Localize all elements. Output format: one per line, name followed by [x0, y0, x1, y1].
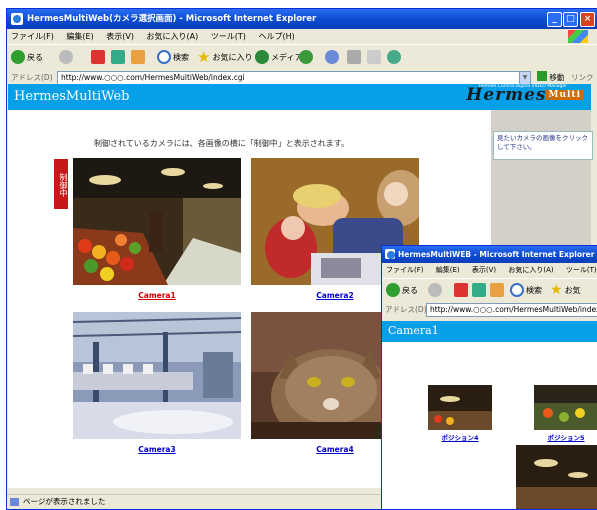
- page-icon: [10, 498, 19, 506]
- popup-ie-icon: [385, 249, 395, 259]
- address-dropdown-icon[interactable]: ▼: [519, 71, 531, 85]
- popup-back-icon: [386, 283, 400, 297]
- menu-help[interactable]: ヘルプ(H): [258, 32, 294, 41]
- menu-view[interactable]: 表示(V): [106, 32, 134, 41]
- popup-address-label: アドレス(D): [385, 305, 427, 314]
- instruction-box: 見たいカメラの画像をクリックして下さい。: [493, 131, 593, 160]
- position5-link[interactable]: ポジション5: [531, 432, 597, 442]
- popup-back-button[interactable]: 戻る: [386, 282, 418, 298]
- camera-preview-scene: [516, 445, 597, 509]
- popup-home-button[interactable]: [490, 282, 504, 298]
- status-text: ページが表示されました: [23, 497, 106, 506]
- main-title-bar[interactable]: HermesMultiWeb(カメラ選択画面) - Microsoft Inte…: [7, 9, 597, 29]
- position4-link[interactable]: ポジション4: [425, 432, 495, 442]
- favorites-button[interactable]: ★ お気に入り: [197, 48, 252, 66]
- go-arrow-icon: [537, 71, 547, 81]
- popup-menu-tools[interactable]: ツール(T): [566, 266, 597, 274]
- popup-header: Camera1: [382, 321, 597, 342]
- main-menu-bar: ファイル(F) 編集(E) 表示(V) お気に入り(A) ツール(T) ヘルプ(…: [7, 29, 597, 44]
- site-header: HermesMultiWeb Remote Control Digital VI…: [8, 84, 591, 110]
- camera3-image[interactable]: [73, 312, 241, 439]
- grocery-store-scene: [73, 158, 241, 285]
- camera3-link[interactable]: Camera3: [73, 445, 241, 454]
- messenger-button[interactable]: [387, 49, 401, 65]
- popup-menu-favorites[interactable]: お気に入り(A): [508, 266, 553, 274]
- popup-forward-button[interactable]: [428, 282, 442, 298]
- popup-content: ポジション4 ポジション5: [382, 342, 597, 509]
- history-button[interactable]: [299, 49, 313, 65]
- popup-stop-icon: [454, 283, 468, 297]
- popup-page-title: Camera1: [388, 324, 439, 337]
- site-title: HermesMultiWeb: [14, 89, 130, 104]
- popup-star-icon: ★: [550, 282, 563, 298]
- media-button[interactable]: メディア: [255, 49, 302, 65]
- back-arrow-icon: [11, 50, 25, 64]
- windows-logo-icon: [568, 30, 588, 43]
- position5-thumbnail[interactable]: [534, 385, 597, 430]
- address-input[interactable]: http://www.○○○.com/HermesMultiWeb/index.…: [57, 71, 524, 85]
- refresh-icon: [111, 50, 125, 64]
- camera-preview-image[interactable]: [516, 445, 597, 509]
- search-button[interactable]: 検索: [157, 49, 189, 65]
- popup-address-input[interactable]: http://www.○○○.com/HermesMultiWeb/index.…: [426, 303, 597, 317]
- position5-scene: [534, 385, 597, 430]
- popup-forward-icon: [428, 283, 442, 297]
- popup-refresh-icon: [472, 283, 486, 297]
- menu-favorites[interactable]: お気に入り(A): [147, 32, 199, 41]
- popup-address-bar: アドレス(D) http://www.○○○.com/HermesMultiWe…: [382, 301, 597, 319]
- ie-icon: [11, 13, 23, 25]
- mail-icon: [325, 50, 339, 64]
- popup-title-bar[interactable]: HermesMultiWEB - Microsoft Internet Expl…: [382, 246, 597, 263]
- position4-thumbnail[interactable]: [428, 385, 492, 430]
- mail-button[interactable]: [325, 49, 339, 65]
- position4-scene: [428, 385, 492, 430]
- menu-tools[interactable]: ツール(T): [211, 32, 246, 41]
- popup-search-button[interactable]: 検索: [510, 282, 542, 298]
- refresh-button[interactable]: [111, 49, 125, 65]
- media-icon: [255, 50, 269, 64]
- close-button[interactable]: ×: [580, 12, 595, 27]
- popup-favorites-button[interactable]: ★ お気: [550, 282, 581, 298]
- popup-window-title: HermesMultiWEB - Microsoft Internet Expl…: [398, 250, 595, 259]
- edit-button[interactable]: [367, 49, 381, 65]
- popup-stop-button[interactable]: [454, 282, 468, 298]
- stop-button[interactable]: [91, 49, 105, 65]
- stop-icon: [91, 50, 105, 64]
- print-button[interactable]: [347, 49, 361, 65]
- star-icon: ★: [197, 48, 211, 66]
- messenger-icon: [387, 50, 401, 64]
- menu-edit[interactable]: 編集(E): [66, 32, 93, 41]
- forward-button[interactable]: [59, 49, 73, 65]
- camera1-image[interactable]: [73, 158, 241, 285]
- popup-menu-view[interactable]: 表示(V): [472, 266, 496, 274]
- popup-toolbar: 戻る 検索 ★ お気: [382, 278, 597, 302]
- popup-menu-bar: ファイル(F) 編集(E) 表示(V) お気に入り(A) ツール(T) ヘ: [382, 263, 597, 278]
- forward-arrow-icon: [59, 50, 73, 64]
- popup-menu-edit[interactable]: 編集(E): [436, 266, 460, 274]
- popup-home-icon: [490, 283, 504, 297]
- home-button[interactable]: [131, 49, 145, 65]
- factory-scene: [73, 312, 241, 439]
- back-button[interactable]: 戻る: [11, 49, 43, 65]
- popup-menu-file[interactable]: ファイル(F): [386, 266, 424, 274]
- maximize-button[interactable]: □: [563, 12, 578, 27]
- camera1-link[interactable]: Camera1: [73, 291, 241, 300]
- popup-search-icon: [510, 283, 524, 297]
- main-window-title: HermesMultiWeb(カメラ選択画面) - Microsoft Inte…: [27, 14, 317, 24]
- edit-icon: [367, 50, 381, 64]
- menu-file[interactable]: ファイル(F): [11, 32, 54, 41]
- main-toolbar: 戻る 検索 ★ お気に入り メディア: [7, 44, 597, 70]
- search-icon: [157, 50, 171, 64]
- controlling-badge: 制御中: [54, 159, 68, 209]
- minimize-button[interactable]: _: [547, 12, 562, 27]
- popup-refresh-button[interactable]: [472, 282, 486, 298]
- camera-popup-window: HermesMultiWEB - Microsoft Internet Expl…: [381, 245, 597, 510]
- history-icon: [299, 50, 313, 64]
- print-icon: [347, 50, 361, 64]
- hermes-logo: Hermes Multi: [466, 85, 583, 105]
- control-notice: 制御されているカメラには、各画像の横に「制御中」と表示されます。: [94, 139, 349, 148]
- home-icon: [131, 50, 145, 64]
